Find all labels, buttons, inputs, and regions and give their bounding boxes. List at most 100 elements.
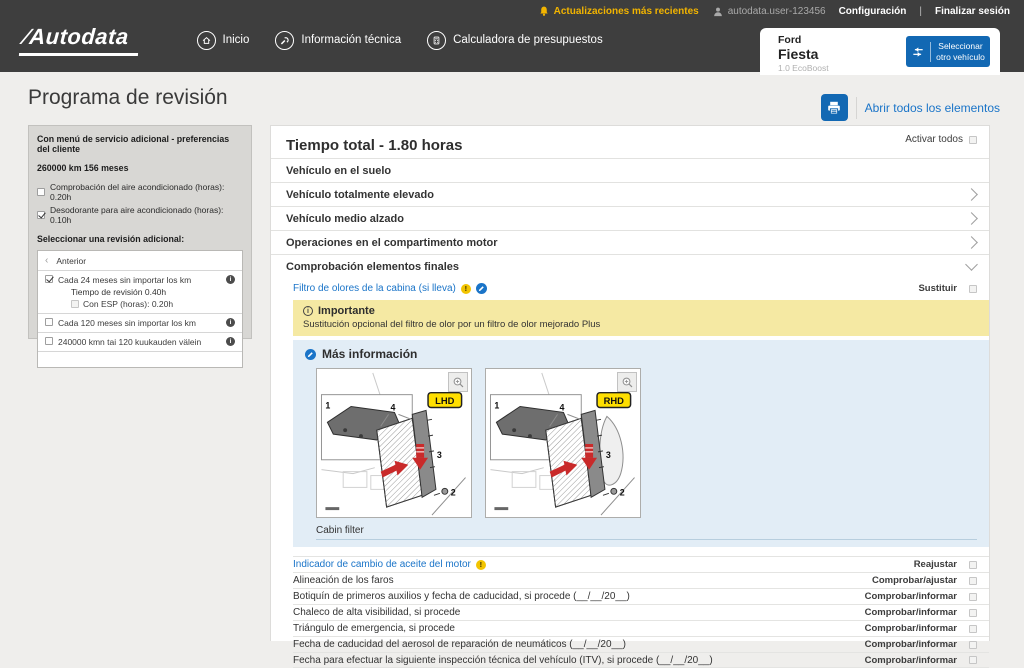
svg-text:3: 3 — [437, 450, 442, 460]
task-row-botiquin: Botiquín de primeros auxilios y fecha de… — [293, 588, 989, 604]
section-label: Operaciones en el compartimento motor — [286, 236, 498, 249]
user-icon — [713, 7, 722, 16]
chevron-right-icon — [965, 236, 978, 249]
svg-text:1: 1 — [494, 400, 499, 410]
section-vehiculo-en-el-suelo[interactable]: Vehículo en el suelo — [271, 158, 989, 182]
task-action: Comprobar/informar — [864, 639, 957, 650]
activate-all: Activar todos — [905, 134, 977, 145]
option-desodorante: Desodorante para aire acondicionado (hor… — [37, 205, 243, 225]
open-all-elements: Abrir todos los elementos — [820, 94, 1000, 121]
vehicle-card: Ford Fiesta 1.0 EcoBoost Seleccionar otr… — [760, 28, 1000, 75]
chevron-right-icon — [965, 188, 978, 201]
chevron-down-icon — [965, 258, 978, 271]
section-label: Vehículo en el suelo — [286, 164, 392, 177]
task-checkbox[interactable] — [969, 592, 977, 601]
task-link[interactable]: Indicador de cambio de aceite del motor — [293, 559, 471, 570]
task-action: Comprobar/ajustar — [872, 575, 957, 586]
open-all-link[interactable]: Abrir todos los elementos — [865, 101, 1000, 115]
section-vehiculo-medio-alzado[interactable]: Vehículo medio alzado — [271, 206, 989, 230]
revision-item-240000-km[interactable]: 240000 kmn tai 120 kuukauden välein i — [38, 333, 242, 352]
warning-icon: ! — [460, 283, 471, 294]
task-checkbox[interactable] — [969, 576, 977, 585]
logout-link[interactable]: Finalizar sesión — [935, 6, 1010, 17]
info-icon[interactable]: i — [226, 318, 235, 327]
final-check-tasks: Indicador de cambio de aceite del motor … — [293, 556, 989, 668]
task-row-chaleco: Chaleco de alta visibilidad, si procede … — [293, 604, 989, 620]
service-preferences-panel: Con menú de servicio adicional - prefere… — [28, 125, 252, 368]
revision-program-panel: Tiempo total - 1.80 horas Activar todos … — [270, 125, 990, 668]
section-operaciones-compartimento-motor[interactable]: Operaciones en el compartimento motor — [271, 230, 989, 254]
info-circle-icon: i — [303, 306, 313, 316]
settings-link[interactable]: Configuración — [839, 6, 907, 17]
nav-item-informacion-tecnica[interactable]: Información técnica — [275, 30, 401, 50]
printer-icon — [828, 101, 840, 114]
more-info-box: Más información 1 4 3 2 LHD 1 4 3 2 RHD … — [293, 340, 989, 547]
cabin-filter-figure-rhd[interactable]: 1 4 3 2 RHD — [485, 368, 641, 518]
nav-item-calculadora[interactable]: Calculadora de presupuestos — [427, 30, 603, 50]
svg-text:1: 1 — [325, 400, 330, 410]
section-comprobacion-elementos-finales[interactable]: Comprobación elementos finales — [271, 254, 989, 278]
utility-divider: | — [919, 6, 922, 17]
updates-link[interactable]: Actualizaciones más recientes — [538, 5, 699, 18]
revision-checkbox[interactable] — [45, 318, 53, 326]
autodata-logo[interactable]: ∕Autodata — [18, 24, 140, 56]
task-checkbox[interactable] — [969, 656, 977, 664]
task-checkbox[interactable] — [969, 560, 977, 569]
option-checkbox[interactable] — [37, 211, 45, 219]
revision-checkbox[interactable] — [45, 337, 53, 345]
user-account[interactable]: autodata.user-123456 — [712, 6, 826, 18]
activate-all-checkbox[interactable] — [969, 135, 977, 144]
svg-text:4: 4 — [391, 402, 396, 412]
preferences-heading: Con menú de servicio adicional - prefere… — [37, 134, 230, 154]
total-time: Tiempo total - 1.80 horas — [286, 137, 463, 154]
top-navigation-bar: Actualizaciones más recientes autodata.u… — [0, 0, 1024, 75]
sub-option-checkbox[interactable] — [71, 300, 79, 308]
section-label: Vehículo totalmente elevado — [286, 188, 434, 201]
open-all-divider — [855, 96, 857, 119]
magnifier-icon[interactable] — [617, 372, 637, 392]
mileage-heading: 260000 km 156 meses — [37, 163, 129, 173]
calculator-icon — [427, 30, 447, 50]
revision-time: Tiempo de revisión 0.40h — [71, 287, 167, 297]
info-icon[interactable]: i — [226, 275, 235, 284]
task-checkbox[interactable] — [969, 284, 977, 293]
svg-text:LHD: LHD — [435, 396, 454, 406]
home-icon — [196, 30, 216, 50]
page-title: Programa de revisión — [28, 86, 228, 109]
main-navigation: Inicio Información técnica Calculadora d… — [196, 30, 603, 50]
select-vehicle-button[interactable]: Seleccionar otro vehículo — [906, 36, 990, 67]
revision-checkbox[interactable] — [45, 275, 53, 283]
cabin-filter-figure-lhd[interactable]: 1 4 3 2 LHD — [316, 368, 472, 518]
revision-item-24-meses[interactable]: Cada 24 meses sin importar los km Tiempo… — [38, 271, 242, 314]
back-link[interactable]: ‹ Anterior — [38, 251, 242, 271]
svg-text:2: 2 — [620, 487, 625, 497]
task-row-indicador-aceite: Indicador de cambio de aceite del motor … — [293, 556, 989, 572]
svg-text:3: 3 — [606, 450, 611, 460]
utility-links: Actualizaciones más recientes autodata.u… — [538, 5, 1010, 18]
magnifier-icon[interactable] — [448, 372, 468, 392]
svg-text:4: 4 — [560, 402, 565, 412]
task-checkbox[interactable] — [969, 624, 977, 633]
chevron-right-icon — [965, 212, 978, 225]
task-action: Comprobar/informar — [864, 654, 957, 666]
select-revision-heading: Seleccionar una revisión adicional: — [37, 234, 185, 244]
section-vehiculo-totalmente-elevado[interactable]: Vehículo totalmente elevado — [271, 182, 989, 206]
edit-note-icon[interactable] — [475, 283, 487, 294]
task-row-triangulo: Triángulo de emergencia, si procede Comp… — [293, 620, 989, 636]
nav-item-inicio[interactable]: Inicio — [196, 30, 249, 50]
print-button[interactable] — [820, 94, 848, 121]
info-icon[interactable]: i — [226, 337, 235, 346]
wrench-icon — [275, 30, 295, 50]
option-checkbox[interactable] — [37, 188, 45, 196]
section-label: Vehículo medio alzado — [286, 212, 404, 225]
important-notice: i Importante Sustitución opcional del fi… — [293, 300, 989, 336]
task-checkbox[interactable] — [969, 640, 977, 649]
cabin-filter-task-row: Filtro de olores de la cabina (si lleva)… — [293, 278, 989, 299]
cabin-filter-link[interactable]: Filtro de olores de la cabina (si lleva) — [293, 283, 456, 294]
task-checkbox[interactable] — [969, 608, 977, 617]
edit-note-icon — [305, 348, 316, 360]
revision-item-120-meses[interactable]: Cada 120 meses sin importar los km i — [38, 314, 242, 333]
swap-arrows-icon — [913, 46, 923, 57]
revision-list: ‹ Anterior Cada 24 meses sin importar lo… — [37, 250, 243, 368]
task-action: Comprobar/informar — [864, 591, 957, 602]
